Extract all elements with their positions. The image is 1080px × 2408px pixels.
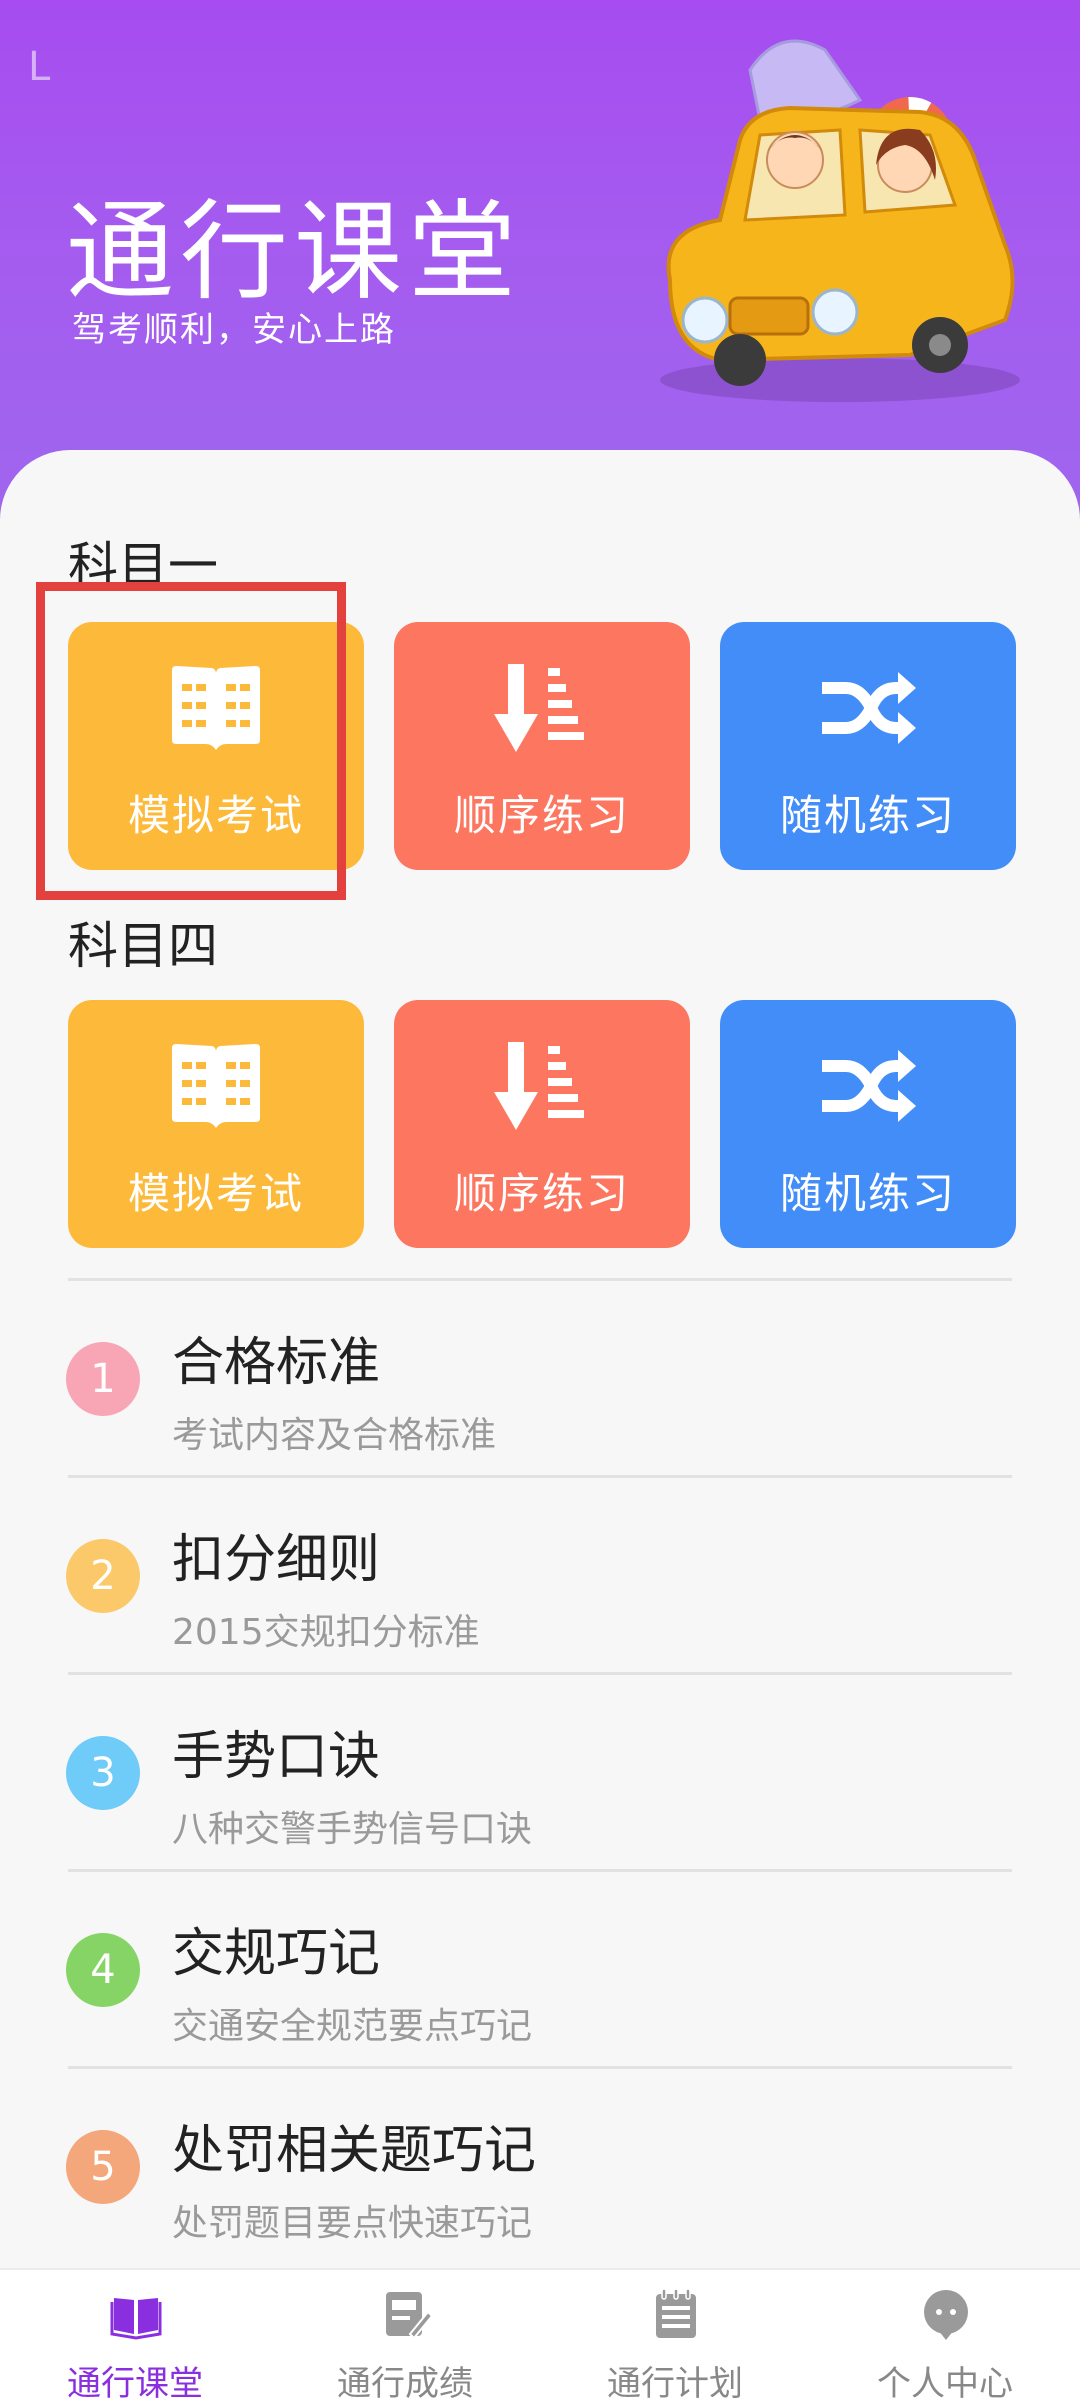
tile-label: 随机练习: [779, 791, 956, 840]
car-illustration: [660, 39, 1020, 402]
number-badge: 3: [66, 1736, 140, 1810]
tile-label: 模拟考试: [127, 1169, 304, 1218]
list-item-subtitle: 交通安全规范要点巧记: [172, 2006, 533, 2047]
subject4-sequential-practice-button[interactable]: 顺序练习: [394, 1000, 690, 1248]
list-item-traffic-rules-tips[interactable]: 4 交规巧记 交通安全规范要点巧记: [0, 1871, 1080, 2067]
app-screen: L 通行课堂 驾考顺利，安心上路 科目一 模拟考试 顺序练习 随机练习 科目四 …: [0, 0, 1080, 2408]
nav-label: 通行课堂: [67, 2364, 203, 2404]
bottom-nav: 通行课堂 通行成绩 通行计划 个人中心: [0, 2268, 1080, 2408]
score-icon: [386, 2292, 432, 2340]
nav-label: 通行计划: [607, 2364, 743, 2404]
nav-label: 个人中心: [877, 2364, 1013, 2404]
page-title: 通行课堂: [66, 190, 523, 315]
list-item-hand-signals[interactable]: 3 手势口诀 八种交警手势信号口诀: [0, 1674, 1080, 1870]
status-indicator: L: [28, 44, 51, 90]
number-badge: 2: [66, 1539, 140, 1613]
nav-tab-classroom[interactable]: 通行课堂: [0, 2270, 270, 2408]
section-title-subject-4: 科目四: [68, 917, 218, 975]
header-banner: L 通行课堂 驾考顺利，安心上路: [0, 0, 1080, 520]
number-badge: 1: [66, 1342, 140, 1416]
nav-label: 通行成绩: [337, 2364, 473, 2404]
list-item-pass-standard[interactable]: 1 合格标准 考试内容及合格标准: [0, 1280, 1080, 1476]
nav-tab-scores[interactable]: 通行成绩: [270, 2270, 540, 2408]
nav-tab-profile[interactable]: 个人中心: [810, 2270, 1080, 2408]
list-item-title: 合格标准: [172, 1333, 381, 1393]
notepad-icon: [656, 2288, 696, 2338]
book-open-icon: [110, 2298, 162, 2340]
subject1-mock-exam-button[interactable]: 模拟考试: [68, 622, 364, 870]
number-badge: 5: [66, 2130, 140, 2204]
tile-label: 随机练习: [779, 1169, 956, 1218]
page-subtitle: 驾考顺利，安心上路: [72, 310, 396, 350]
list-item-subtitle: 考试内容及合格标准: [172, 1415, 497, 1456]
tile-label: 顺序练习: [453, 791, 630, 840]
list-item-subtitle: 处罚题目要点快速巧记: [172, 2203, 533, 2244]
chat-person-icon: [924, 2290, 968, 2340]
subject4-mock-exam-button[interactable]: 模拟考试: [68, 1000, 364, 1248]
book-icon: [161, 1036, 271, 1136]
book-icon: [161, 658, 271, 758]
subject1-sequential-practice-button[interactable]: 顺序练习: [394, 622, 690, 870]
list-item-title: 交规巧记: [172, 1924, 381, 1984]
tile-label: 顺序练习: [453, 1169, 630, 1218]
list-item-title: 处罚相关题巧记: [172, 2121, 537, 2181]
list-item-title: 手势口诀: [172, 1727, 381, 1787]
subject4-random-practice-button[interactable]: 随机练习: [720, 1000, 1016, 1248]
nav-tab-plan[interactable]: 通行计划: [540, 2270, 810, 2408]
list-item-subtitle: 八种交警手势信号口诀: [172, 1809, 533, 1850]
list-item-deduction-rules[interactable]: 2 扣分细则 2015交规扣分标准: [0, 1477, 1080, 1673]
list-item-title: 扣分细则: [172, 1530, 381, 1590]
tile-label: 模拟考试: [127, 791, 304, 840]
number-badge: 4: [66, 1933, 140, 2007]
shuffle-icon: [813, 1036, 923, 1136]
list-item-subtitle: 2015交规扣分标准: [172, 1612, 480, 1653]
list-item-penalty-tips[interactable]: 5 处罚相关题巧记 处罚题目要点快速巧记: [0, 2068, 1080, 2264]
sort-down-icon: [487, 658, 597, 758]
shuffle-icon: [813, 658, 923, 758]
subject1-random-practice-button[interactable]: 随机练习: [720, 622, 1016, 870]
section-title-subject-1: 科目一: [68, 537, 218, 595]
sort-down-icon: [487, 1036, 597, 1136]
